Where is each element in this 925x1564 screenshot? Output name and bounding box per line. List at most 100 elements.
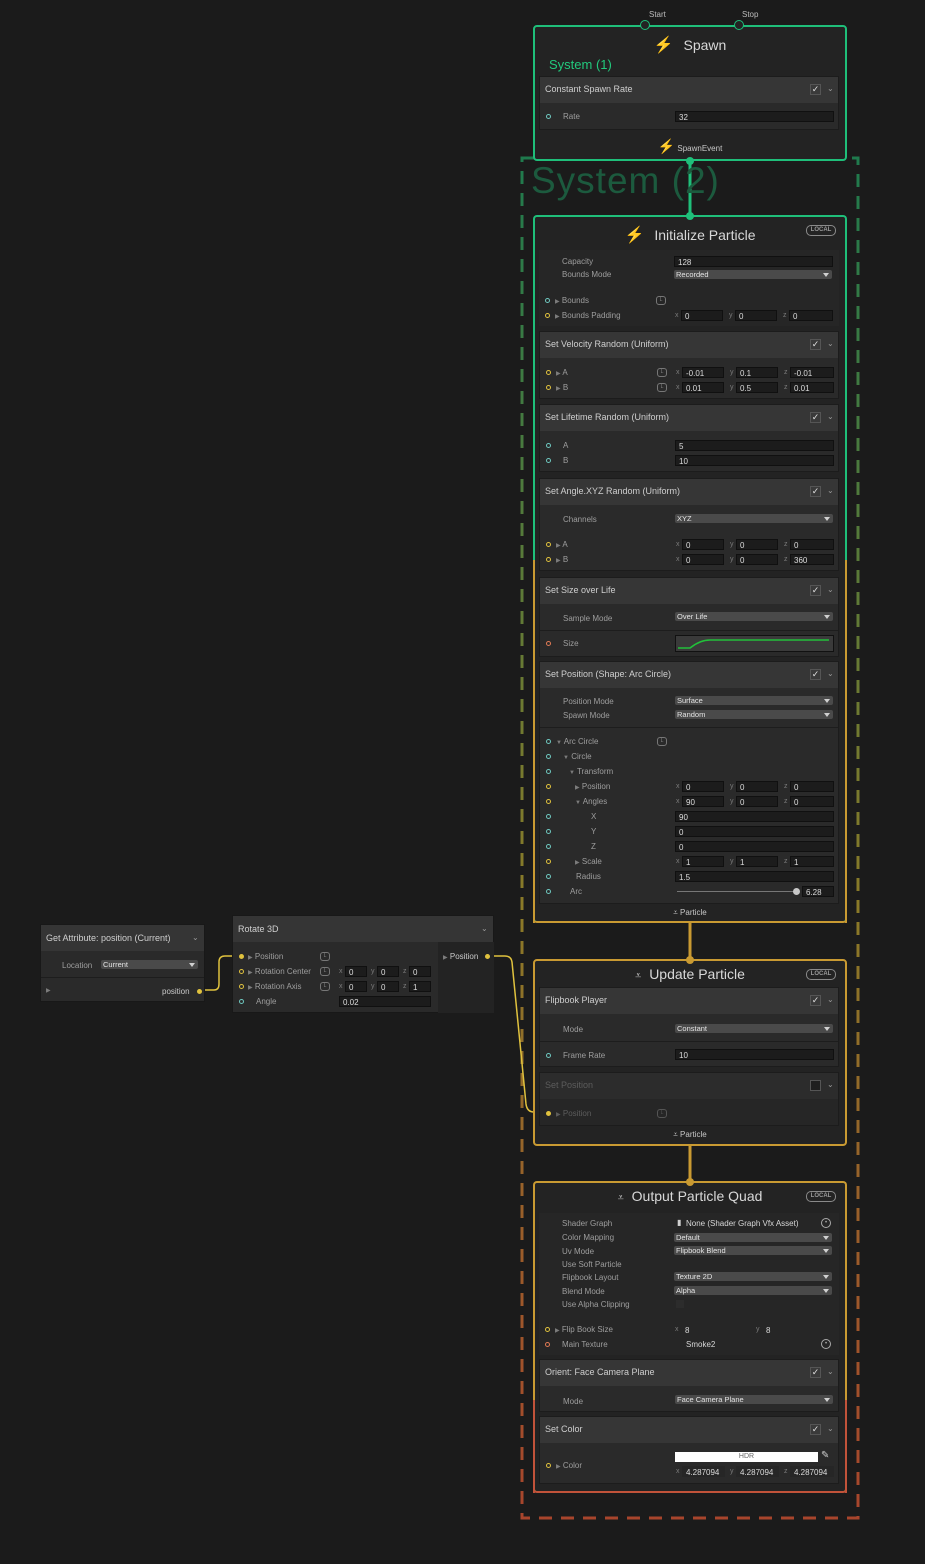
position-mode-dropdown[interactable]: Surface bbox=[675, 696, 833, 705]
chevron-down-icon[interactable]: ⌄ bbox=[827, 340, 834, 348]
system-2-title[interactable]: System (2) bbox=[531, 160, 720, 202]
angle-a-y[interactable]: 0 bbox=[736, 539, 778, 550]
arc-slider-knob[interactable] bbox=[793, 888, 800, 895]
chevron-down-icon[interactable]: ⌄ bbox=[827, 1425, 834, 1433]
color-y[interactable]: 4.287094 bbox=[736, 1466, 779, 1477]
angles-y[interactable]: 0 bbox=[736, 796, 778, 807]
local-toggle-icon[interactable]: L bbox=[657, 1109, 667, 1118]
arc-port[interactable] bbox=[546, 889, 551, 894]
angle-field[interactable]: 0.02 bbox=[339, 996, 431, 1007]
location-dropdown[interactable]: Current bbox=[101, 960, 198, 969]
flow-in-port[interactable] bbox=[686, 1178, 694, 1186]
main-texture-value[interactable]: Smoke2 bbox=[686, 1340, 715, 1349]
enable-checkbox[interactable]: ✓ bbox=[810, 669, 821, 680]
arc-field[interactable]: 6.28 bbox=[802, 886, 834, 897]
velocity-b-y[interactable]: 0.5 bbox=[736, 382, 778, 393]
start-port[interactable] bbox=[640, 20, 650, 30]
alpha-clip-checkbox[interactable] bbox=[676, 1300, 684, 1308]
rate-port[interactable] bbox=[546, 114, 551, 119]
angle-b-y[interactable]: 0 bbox=[736, 554, 778, 565]
bounds-padding-z[interactable]: 0 bbox=[789, 310, 833, 321]
set-color-block[interactable]: Set Color ✓ ⌄ HDR ✎ ▶ Color x 4.287094 y … bbox=[539, 1416, 839, 1484]
b-port[interactable] bbox=[546, 557, 551, 562]
local-toggle-icon[interactable]: L bbox=[320, 952, 330, 961]
uv-mode-dropdown[interactable]: Flipbook Blend bbox=[674, 1246, 832, 1255]
a-port[interactable] bbox=[546, 542, 551, 547]
lifetime-b-field[interactable]: 10 bbox=[675, 455, 834, 466]
angle-x-field[interactable]: 90 bbox=[675, 811, 834, 822]
bounds-mode-dropdown[interactable]: Recorded bbox=[674, 270, 832, 279]
bounds-padding-port[interactable] bbox=[545, 313, 550, 318]
angle-z-field[interactable]: 0 bbox=[675, 841, 834, 852]
velocity-a-y[interactable]: 0.1 bbox=[736, 367, 778, 378]
angle-y-port[interactable] bbox=[546, 829, 551, 834]
b-port[interactable] bbox=[546, 385, 551, 390]
radius-field[interactable]: 1.5 bbox=[675, 871, 834, 882]
rotate-3d-node[interactable]: Rotate 3D ⌄ ▶ Position L ▶ Rotation Cent… bbox=[232, 915, 494, 1013]
angles-port[interactable] bbox=[546, 799, 551, 804]
color-mapping-dropdown[interactable]: Default bbox=[674, 1233, 832, 1242]
a-port[interactable] bbox=[546, 443, 551, 448]
hdr-color-swatch[interactable]: HDR bbox=[675, 1452, 818, 1462]
local-toggle-icon[interactable]: L bbox=[657, 737, 667, 746]
scale-x[interactable]: 1 bbox=[682, 856, 724, 867]
flipbook-player-block[interactable]: Flipbook Player ✓ ⌄ Mode Constant Frame R… bbox=[539, 987, 839, 1067]
radius-port[interactable] bbox=[546, 874, 551, 879]
orient-mode-dropdown[interactable]: Face Camera Plane bbox=[675, 1395, 833, 1404]
local-toggle-icon[interactable]: L bbox=[657, 383, 667, 392]
flip-book-size-x[interactable]: 8 bbox=[681, 1324, 750, 1335]
local-toggle-icon[interactable]: L bbox=[656, 296, 666, 305]
spawn-mode-dropdown[interactable]: Random bbox=[675, 710, 833, 719]
a-port[interactable] bbox=[546, 370, 551, 375]
angle-port[interactable] bbox=[239, 999, 244, 1004]
enable-checkbox[interactable]: ✓ bbox=[810, 412, 821, 423]
soft-particle-checkbox[interactable] bbox=[676, 1260, 684, 1268]
set-position-update-block[interactable]: Set Position ⌄ ▶ Position L bbox=[539, 1072, 839, 1126]
angles-z[interactable]: 0 bbox=[790, 796, 834, 807]
local-space-badge[interactable]: LOCAL bbox=[806, 1191, 836, 1202]
expand-arrow-icon[interactable]: ▶ bbox=[46, 987, 51, 994]
angle-y-field[interactable]: 0 bbox=[675, 826, 834, 837]
capacity-field[interactable]: 128 bbox=[674, 256, 833, 267]
set-velocity-block[interactable]: Set Velocity Random (Uniform) ✓ ⌄ ▶ A L x… bbox=[539, 331, 839, 399]
enable-checkbox[interactable]: ✓ bbox=[810, 1424, 821, 1435]
velocity-a-x[interactable]: -0.01 bbox=[682, 367, 724, 378]
local-space-badge[interactable]: LOCAL bbox=[806, 225, 836, 236]
constant-spawn-rate-block[interactable]: Constant Spawn Rate ✓ ⌄ Rate 32 bbox=[539, 76, 839, 130]
color-port[interactable] bbox=[546, 1463, 551, 1468]
position-y[interactable]: 0 bbox=[736, 781, 778, 792]
bounds-padding-x[interactable]: 0 bbox=[681, 310, 723, 321]
eyedropper-icon[interactable]: ✎ bbox=[821, 1450, 829, 1461]
enable-checkbox[interactable]: ✓ bbox=[810, 339, 821, 350]
size-port[interactable] bbox=[546, 641, 551, 646]
rotation-center-x[interactable]: 0 bbox=[345, 966, 367, 977]
chevron-down-icon[interactable]: ⌄ bbox=[827, 1368, 834, 1376]
set-lifetime-block[interactable]: Set Lifetime Random (Uniform) ✓ ⌄ A 5 B 1… bbox=[539, 404, 839, 472]
angle-b-x[interactable]: 0 bbox=[682, 554, 724, 565]
enable-checkbox[interactable]: ✓ bbox=[810, 995, 821, 1006]
color-x[interactable]: 4.287094 bbox=[682, 1466, 725, 1477]
scale-z[interactable]: 1 bbox=[790, 856, 834, 867]
angle-z-port[interactable] bbox=[546, 844, 551, 849]
position-port[interactable] bbox=[546, 784, 551, 789]
local-toggle-icon[interactable]: L bbox=[320, 982, 330, 991]
chevron-down-icon[interactable]: ⌄ bbox=[827, 487, 834, 495]
angle-b-z[interactable]: 360 bbox=[790, 554, 834, 565]
rotation-axis-x[interactable]: 0 bbox=[345, 981, 367, 992]
sample-mode-dropdown[interactable]: Over Life bbox=[675, 612, 833, 621]
arc-circle-port[interactable] bbox=[546, 739, 551, 744]
position-port[interactable] bbox=[546, 1111, 551, 1116]
flipbook-layout-dropdown[interactable]: Texture 2D bbox=[674, 1272, 832, 1281]
flow-in-port[interactable] bbox=[686, 212, 694, 220]
system-1-label[interactable]: System (1) bbox=[549, 57, 612, 72]
rotation-center-y[interactable]: 0 bbox=[377, 966, 399, 977]
angles-x[interactable]: 90 bbox=[682, 796, 724, 807]
bounds-padding-y[interactable]: 0 bbox=[735, 310, 777, 321]
set-size-block[interactable]: Set Size over Life ✓ ⌄ Sample Mode Over L… bbox=[539, 577, 839, 657]
color-z[interactable]: 4.287094 bbox=[790, 1466, 834, 1477]
chevron-down-icon[interactable]: ⌄ bbox=[827, 670, 834, 678]
chevron-down-icon[interactable]: ⌄ bbox=[827, 413, 834, 421]
angle-a-z[interactable]: 0 bbox=[790, 539, 834, 550]
object-picker-icon[interactable]: • bbox=[821, 1218, 831, 1228]
enable-checkbox[interactable]: ✓ bbox=[810, 1367, 821, 1378]
